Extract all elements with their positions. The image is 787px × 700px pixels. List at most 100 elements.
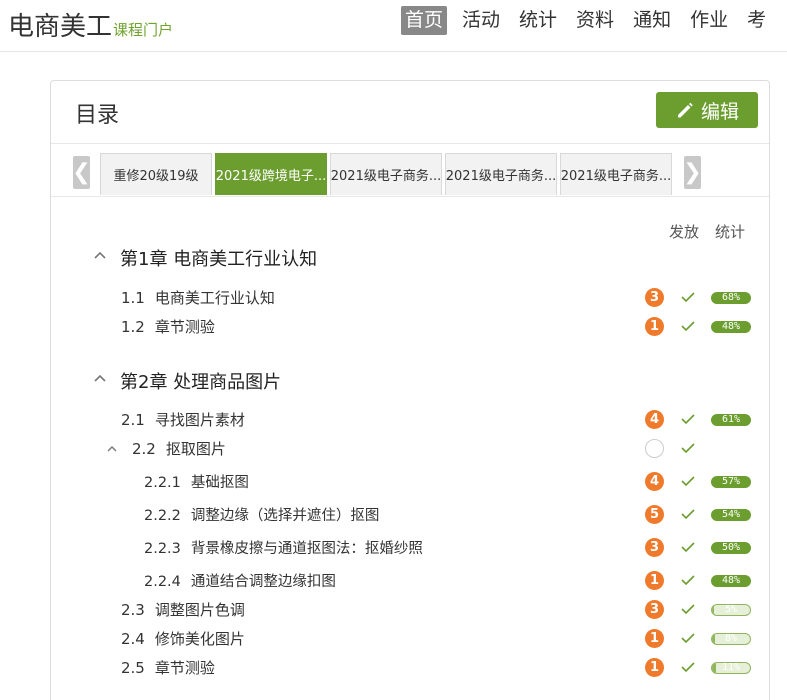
- column-header-publish: 发放: [669, 223, 700, 241]
- list-item[interactable]: 2.3 调整图片色调 3 5%: [51, 596, 769, 624]
- item-title: 2.5 章节测验: [121, 657, 215, 678]
- check-icon: [681, 604, 695, 615]
- brand-subtitle: 课程门户: [113, 21, 174, 39]
- item-title: 1.1 电商美工行业认知: [121, 287, 275, 308]
- publish-count-badge[interactable]: 3: [645, 600, 664, 619]
- item-name: 抠取图片: [165, 440, 226, 458]
- nav-homework[interactable]: 作业: [686, 6, 732, 35]
- chapter-number: 第1章: [120, 249, 168, 270]
- progress-label: 48%: [721, 575, 741, 586]
- chapter-row[interactable]: 第2章 处理商品图片: [51, 368, 769, 396]
- item-number: 2.1: [121, 411, 145, 429]
- publish-count-badge[interactable]: 1: [645, 658, 664, 677]
- brand-title: 电商美工: [8, 12, 113, 42]
- item-name: 电商美工行业认知: [154, 289, 275, 307]
- chapter-row[interactable]: 第1章 电商美工行业认知: [51, 245, 769, 273]
- check-icon: [681, 662, 695, 673]
- item-number: 2.2.1: [144, 475, 181, 491]
- item-title: 2.2.1 基础抠图: [144, 471, 249, 492]
- progress-bar: 61%: [711, 414, 751, 426]
- item-title: 2.2.4 通道结合调整边缘扣图: [144, 570, 336, 591]
- brand[interactable]: 电商美工 课程门户: [8, 6, 173, 43]
- check-icon: [681, 633, 695, 644]
- list-item[interactable]: 1.1 电商美工行业认知 3 68%: [51, 284, 769, 312]
- list-item[interactable]: 2.2.3 背景橡皮擦与通道抠图法：抠婚纱照 3 50%: [51, 534, 769, 562]
- publish-count-badge[interactable]: 1: [645, 629, 664, 648]
- progress-bar: 48%: [711, 575, 751, 587]
- main-nav: 首页 活动 统计 资料 通知 作业 考: [401, 6, 781, 35]
- publish-count-badge[interactable]: 1: [645, 317, 664, 336]
- list-item[interactable]: 2.2.1 基础抠图 4 57%: [51, 468, 769, 496]
- chevron-up-icon[interactable]: [93, 248, 107, 262]
- prev-arrow-icon[interactable]: ❮: [72, 156, 91, 189]
- item-number: 2.2: [132, 440, 156, 458]
- check-icon: [681, 476, 695, 487]
- nav-statistics[interactable]: 统计: [515, 6, 561, 35]
- item-number: 1.1: [121, 289, 145, 307]
- nav-activity[interactable]: 活动: [458, 6, 504, 35]
- chapter-title: 第1章 电商美工行业认知: [120, 245, 317, 271]
- progress-bar: 5%: [711, 604, 751, 616]
- progress-bar: 11%: [711, 662, 751, 674]
- publish-count-badge[interactable]: 1: [645, 571, 664, 590]
- next-arrow-icon[interactable]: ❯: [683, 156, 702, 189]
- item-title: 2.2.3 背景橡皮擦与通道抠图法：抠婚纱照: [144, 537, 423, 558]
- list-item[interactable]: 2.2.4 通道结合调整边缘扣图 1 48%: [51, 567, 769, 595]
- tab-class-1[interactable]: 重修20级19级: [100, 153, 212, 195]
- check-icon: [681, 414, 695, 425]
- edit-button[interactable]: 编辑: [656, 92, 758, 128]
- item-title: 2.2 抠取图片: [132, 438, 226, 459]
- item-number: 2.2.4: [144, 574, 181, 590]
- progress-label: 5%: [724, 604, 738, 615]
- progress-label: 11%: [721, 662, 741, 673]
- tab-class-4[interactable]: 2021级电子商务...: [445, 153, 557, 195]
- nav-notice[interactable]: 通知: [629, 6, 675, 35]
- progress-bar: 48%: [711, 321, 751, 333]
- progress-label: 50%: [721, 542, 741, 553]
- publish-count-badge[interactable]: 3: [645, 288, 664, 307]
- top-bar: 电商美工 课程门户 首页 活动 统计 资料 通知 作业 考: [0, 0, 787, 52]
- publish-count-badge[interactable]: [645, 439, 664, 458]
- item-name: 寻找图片素材: [154, 411, 245, 429]
- publish-count-badge[interactable]: 4: [645, 410, 664, 429]
- nav-home[interactable]: 首页: [401, 6, 448, 35]
- item-title: 2.1 寻找图片素材: [121, 409, 245, 430]
- item-name: 调整边缘（选择并遮住）抠图: [190, 508, 380, 524]
- list-item[interactable]: 1.2 章节测验 1 48%: [51, 313, 769, 341]
- progress-bar: 68%: [711, 292, 751, 304]
- item-number: 2.2.3: [144, 541, 181, 557]
- item-name: 修饰美化图片: [154, 630, 245, 648]
- tab-class-2[interactable]: 2021级跨境电子...: [215, 153, 327, 195]
- chevron-up-icon[interactable]: [93, 371, 107, 385]
- list-item[interactable]: 2.1 寻找图片素材 4 61%: [51, 406, 769, 434]
- publish-count-badge[interactable]: 5: [645, 505, 664, 524]
- progress-label: 57%: [721, 476, 741, 487]
- publish-count-badge[interactable]: 4: [645, 472, 664, 491]
- list-item[interactable]: 2.4 修饰美化图片 1 8%: [51, 625, 769, 653]
- item-name: 基础抠图: [190, 475, 249, 491]
- column-header-stats: 统计: [715, 223, 746, 241]
- catalog-panel: 目录 编辑 ❮ 重修20级19级 2021级跨境电子... 2021级电子商务.…: [50, 80, 770, 700]
- progress-label: 54%: [721, 509, 741, 520]
- chapter-name: 电商美工行业认知: [173, 249, 318, 270]
- chevron-up-icon[interactable]: [106, 443, 118, 455]
- item-number: 1.2: [121, 318, 145, 336]
- tab-class-5[interactable]: 2021级电子商务...: [560, 153, 672, 195]
- list-item[interactable]: 2.5 章节测验 1 11%: [51, 654, 769, 682]
- list-item[interactable]: 2.2 抠取图片: [51, 435, 769, 463]
- publish-count-badge[interactable]: 3: [645, 538, 664, 557]
- nav-exam[interactable]: 考: [743, 6, 770, 35]
- chapter-name: 处理商品图片: [173, 372, 282, 393]
- progress-label: 48%: [721, 321, 741, 332]
- item-name: 背景橡皮擦与通道抠图法：抠婚纱照: [190, 541, 423, 557]
- progress-bar: 54%: [711, 509, 751, 521]
- nav-resources[interactable]: 资料: [572, 6, 618, 35]
- item-name: 章节测验: [154, 659, 215, 677]
- item-title: 2.2.2 调整边缘（选择并遮住）抠图: [144, 504, 379, 525]
- progress-bar: 57%: [711, 476, 751, 488]
- item-number: 2.5: [121, 659, 145, 677]
- tab-class-3[interactable]: 2021级电子商务...: [330, 153, 442, 195]
- item-title: 2.3 调整图片色调: [121, 599, 245, 620]
- item-title: 1.2 章节测验: [121, 316, 215, 337]
- list-item[interactable]: 2.2.2 调整边缘（选择并遮住）抠图 5 54%: [51, 501, 769, 529]
